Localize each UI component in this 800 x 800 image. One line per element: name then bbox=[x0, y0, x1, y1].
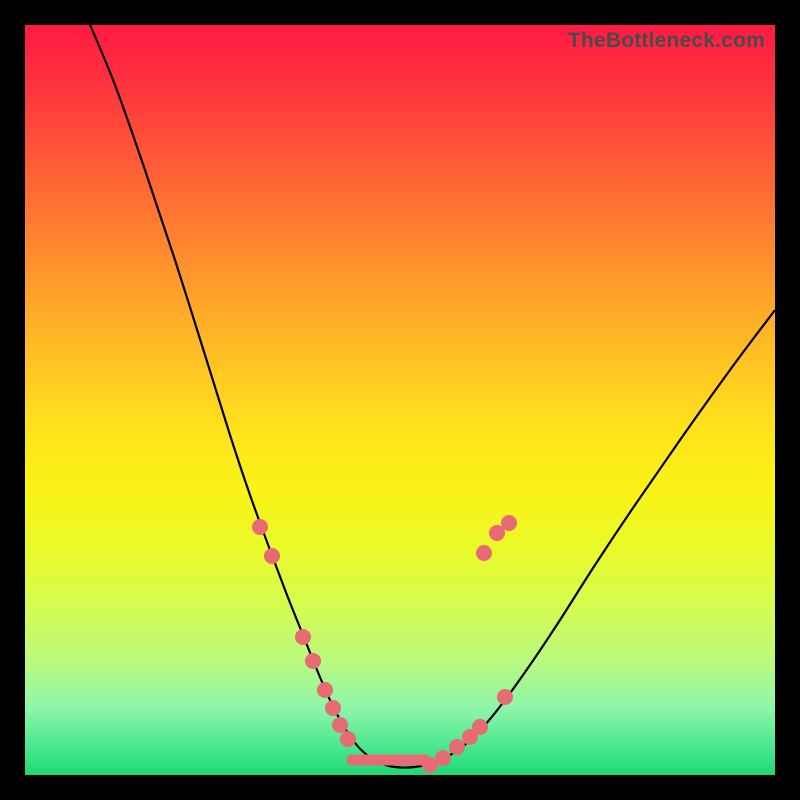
curve-marker bbox=[295, 629, 311, 645]
curve-marker bbox=[476, 545, 492, 561]
curve-marker bbox=[252, 519, 268, 535]
curve-layer bbox=[25, 25, 775, 775]
curve-marker bbox=[305, 653, 321, 669]
curve-marker bbox=[264, 548, 280, 564]
plot-area: TheBottleneck.com bbox=[25, 25, 775, 775]
curve-marker bbox=[332, 717, 348, 733]
curve-marker bbox=[501, 515, 517, 531]
curve-marker bbox=[317, 682, 333, 698]
curve-marker bbox=[472, 719, 488, 735]
curve-marker bbox=[340, 731, 356, 747]
curve-markers bbox=[252, 515, 517, 773]
curve-marker bbox=[325, 700, 341, 716]
chart-frame: TheBottleneck.com bbox=[0, 0, 800, 800]
curve-marker bbox=[435, 750, 451, 766]
bottleneck-curve bbox=[88, 20, 775, 768]
curve-marker bbox=[449, 739, 465, 755]
curve-marker bbox=[497, 689, 513, 705]
